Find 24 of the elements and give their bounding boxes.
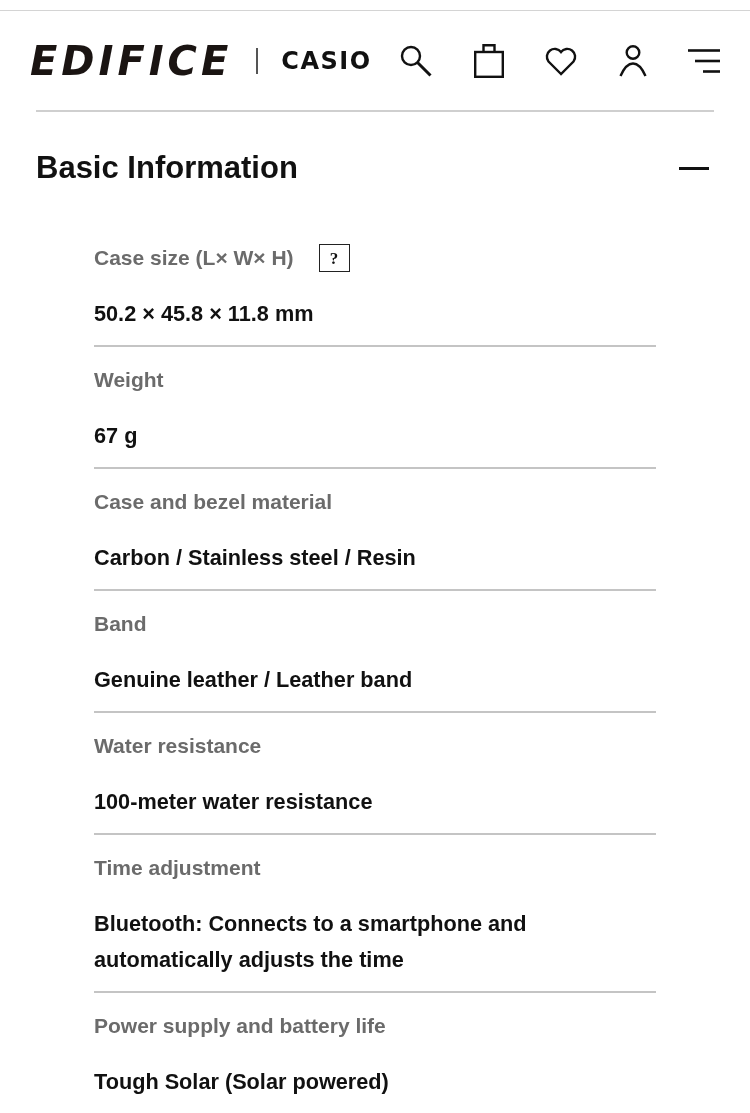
spec-value: 67 g [94, 422, 139, 450]
heart-icon[interactable] [545, 45, 577, 76]
spec-label: Time adjustment [94, 855, 261, 881]
shopping-bag-icon[interactable] [473, 43, 504, 78]
spec-label: Case size (L× W× H) [94, 245, 294, 271]
spec-label: Power supply and battery life [94, 1013, 386, 1039]
maker-logo[interactable]: CASIO [281, 48, 372, 73]
minus-icon[interactable] [679, 166, 709, 170]
spec-label: Band [94, 611, 147, 637]
spec-value: Bluetooth: Connects to a smartphone and automatically adjusts the time [94, 910, 528, 974]
spec-label: Water resistance [94, 733, 262, 759]
section-title: Basic Information [36, 149, 298, 187]
spec-value: 50.2 × 45.8 × 11.8 mm [94, 300, 315, 328]
spec-value: Tough Solar (Solar powered) [94, 1068, 390, 1096]
brand-logo[interactable]: EDIFICE [30, 40, 233, 81]
search-icon[interactable] [400, 44, 432, 77]
menu-icon[interactable] [688, 48, 720, 73]
spec-label: Weight [94, 367, 164, 393]
user-icon[interactable] [618, 44, 647, 77]
help-button[interactable]: ? [318, 244, 350, 272]
spec-value: Genuine leather / Leather band [94, 666, 414, 694]
spec-value: Carbon / Stainless steel / Resin [94, 544, 417, 572]
spec-value: 100-meter water resistance [94, 788, 374, 816]
spec-label: Case and bezel material [94, 489, 333, 515]
